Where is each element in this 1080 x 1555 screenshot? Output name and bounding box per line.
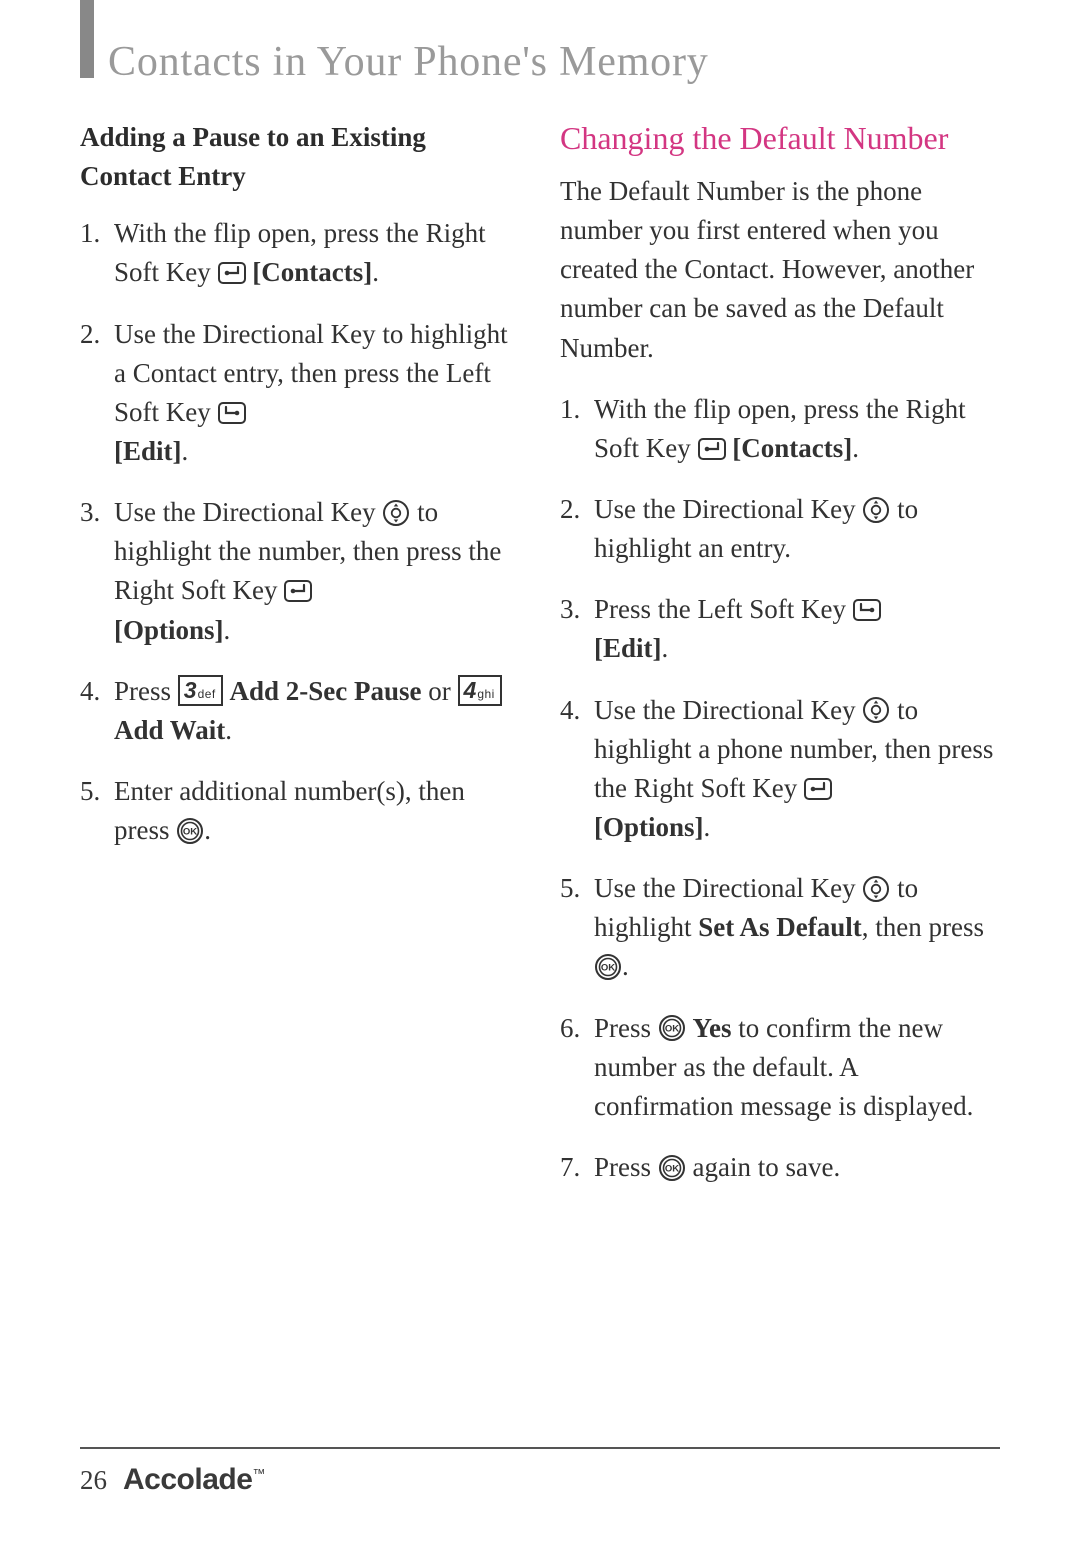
step-text: , then press xyxy=(862,912,984,942)
left-soft-key-icon xyxy=(218,400,246,426)
step-number: 3. xyxy=(80,493,100,532)
step-text: Press xyxy=(594,1152,658,1182)
step-number: 2. xyxy=(80,315,100,354)
page-number: 26 xyxy=(80,1465,107,1496)
step-item: 2. Use the Directional Key to highlight … xyxy=(560,490,1000,568)
step-item: 5. Use the Directional Key to highlight … xyxy=(560,869,1000,986)
step-number: 5. xyxy=(80,772,100,811)
step-text: or xyxy=(422,676,458,706)
step-text: . xyxy=(704,812,711,842)
step-item: 3. Press the Left Soft Key [Edit]. xyxy=(560,590,1000,668)
step-bold: Add 2-Sec Pause xyxy=(230,676,422,706)
step-bold: [Contacts] xyxy=(732,433,852,463)
step-text: Press xyxy=(594,1013,658,1043)
step-number: 4. xyxy=(80,672,100,711)
step-text: Use the Directional Key xyxy=(594,494,862,524)
right-section-title: Changing the Default Number xyxy=(560,118,1000,158)
step-text: Enter additional number(s), then press xyxy=(114,776,465,845)
step-bold: Yes xyxy=(693,1013,732,1043)
ok-key-icon xyxy=(594,953,622,981)
step-number: 1. xyxy=(560,390,580,429)
step-text: again to save. xyxy=(693,1152,841,1182)
step-number: 5. xyxy=(560,869,580,908)
page-header: Contacts in Your Phone's Memory xyxy=(80,30,1000,86)
step-text: . xyxy=(224,615,231,645)
step-text: Press xyxy=(114,676,178,706)
step-item: 2. Use the Directional Key to highlight … xyxy=(80,315,520,472)
step-text: . xyxy=(372,257,379,287)
ok-key-icon xyxy=(658,1154,686,1182)
step-bold: Set As Default xyxy=(698,912,862,942)
manual-page: Contacts in Your Phone's Memory Adding a… xyxy=(0,0,1080,1209)
step-bold: Add Wait xyxy=(114,715,225,745)
content-columns: Adding a Pause to an Existing Contact En… xyxy=(80,118,1000,1209)
step-item: 1. With the flip open, press the Right S… xyxy=(80,214,520,292)
step-item: 4. Use the Directional Key to highlight … xyxy=(560,691,1000,848)
directional-key-icon xyxy=(862,496,890,524)
step-bold: [Options] xyxy=(594,812,704,842)
page-title: Contacts in Your Phone's Memory xyxy=(108,30,709,86)
ok-key-icon xyxy=(658,1014,686,1042)
step-bold: [Options] xyxy=(114,615,224,645)
step-number: 4. xyxy=(560,691,580,730)
step-item: 1. With the flip open, press the Right S… xyxy=(560,390,1000,468)
step-item: 6. Press Yes to confirm the new number a… xyxy=(560,1009,1000,1126)
step-number: 3. xyxy=(560,590,580,629)
step-number: 6. xyxy=(560,1009,580,1048)
step-item: 3. Use the Directional Key to highlight … xyxy=(80,493,520,650)
step-text: Use the Directional Key xyxy=(114,497,382,527)
step-number: 7. xyxy=(560,1148,580,1187)
page-footer: 26 Accolade™ xyxy=(80,1447,1000,1497)
brand-logo: Accolade™ xyxy=(123,1463,265,1497)
step-item: 7. Press again to save. xyxy=(560,1148,1000,1187)
step-text: . xyxy=(662,633,669,663)
step-number: 1. xyxy=(80,214,100,253)
step-number: 2. xyxy=(560,490,580,529)
left-steps: 1. With the flip open, press the Right S… xyxy=(80,214,520,850)
step-text: . xyxy=(204,815,211,845)
step-text: Press the Left Soft Key xyxy=(594,594,853,624)
step-bold: [Edit] xyxy=(114,436,182,466)
step-text: . xyxy=(622,951,629,981)
right-soft-key-icon xyxy=(218,260,246,286)
step-text: Use the Directional Key xyxy=(594,873,862,903)
directional-key-icon xyxy=(382,499,410,527)
step-text: . xyxy=(225,715,232,745)
step-item: 4. Press 3def Add 2-Sec Pause or 4ghi Ad… xyxy=(80,672,520,750)
right-soft-key-icon xyxy=(804,776,832,802)
right-soft-key-icon xyxy=(284,578,312,604)
right-steps: 1. With the flip open, press the Right S… xyxy=(560,390,1000,1187)
step-text: . xyxy=(852,433,859,463)
step-text: Use the Directional Key xyxy=(594,695,862,725)
left-soft-key-icon xyxy=(853,597,881,623)
step-bold: [Edit] xyxy=(594,633,662,663)
right-soft-key-icon xyxy=(698,436,726,462)
key-3-icon: 3def xyxy=(178,675,223,706)
left-subheading: Adding a Pause to an Existing Contact En… xyxy=(80,118,520,196)
left-column: Adding a Pause to an Existing Contact En… xyxy=(80,118,520,1209)
step-item: 5. Enter additional number(s), then pres… xyxy=(80,772,520,850)
right-intro: The Default Number is the phone number y… xyxy=(560,172,1000,368)
directional-key-icon xyxy=(862,875,890,903)
ok-key-icon xyxy=(176,817,204,845)
step-text: . xyxy=(182,436,189,466)
key-4-icon: 4ghi xyxy=(458,675,502,706)
directional-key-icon xyxy=(862,696,890,724)
header-accent-bar xyxy=(80,0,94,78)
step-text: Use the Directional Key to highlight a C… xyxy=(114,319,508,427)
step-bold: [Contacts] xyxy=(252,257,372,287)
right-column: Changing the Default Number The Default … xyxy=(560,118,1000,1209)
